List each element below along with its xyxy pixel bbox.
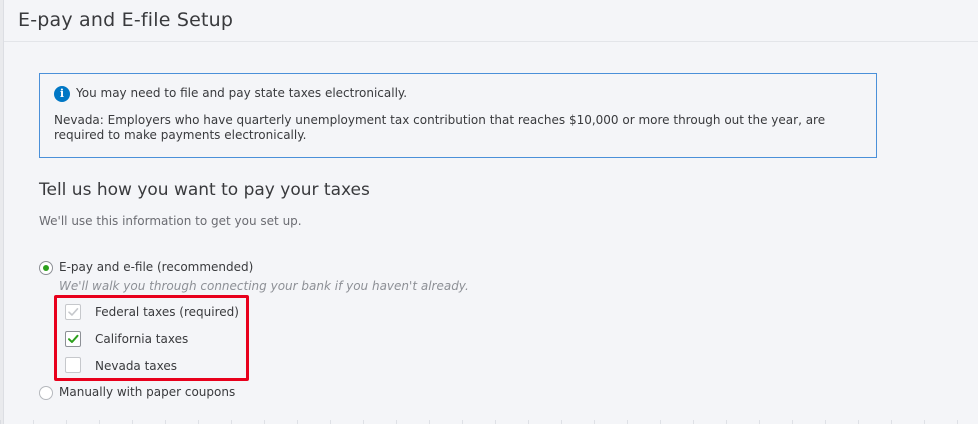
info-body: Nevada: Employers who have quarterly une… [54, 113, 826, 142]
left-edge-strip [0, 0, 4, 424]
section-subtitle: We'll use this information to get you se… [39, 214, 302, 228]
title-divider [4, 41, 978, 42]
info-icon: i [54, 86, 70, 102]
page-title: E-pay and E-file Setup [18, 9, 234, 31]
epay-hint: We'll walk you through connecting your b… [59, 279, 469, 293]
nevada-taxes-checkbox[interactable] [65, 357, 81, 373]
california-taxes-label: California taxes [95, 332, 189, 346]
federal-taxes-checkbox[interactable] [65, 304, 81, 320]
california-taxes-checkbox[interactable] [65, 331, 81, 347]
epay-radio[interactable] [39, 261, 53, 275]
bottom-ruler [0, 420, 978, 424]
manual-radio-label[interactable]: Manually with paper coupons [59, 384, 235, 400]
checkmark-icon [68, 334, 79, 343]
nevada-taxes-label: Nevada taxes [95, 359, 178, 373]
manual-radio[interactable] [39, 386, 53, 400]
info-headline: You may need to file and pay state taxes… [76, 86, 408, 100]
epay-radio-label[interactable]: E-pay and e-file (recommended) [59, 259, 253, 275]
info-notice: i You may need to file and pay state tax… [39, 73, 877, 158]
checkmark-icon [68, 308, 79, 316]
section-title: Tell us how you want to pay your taxes [39, 180, 370, 200]
federal-taxes-label: Federal taxes (required) [95, 305, 239, 319]
